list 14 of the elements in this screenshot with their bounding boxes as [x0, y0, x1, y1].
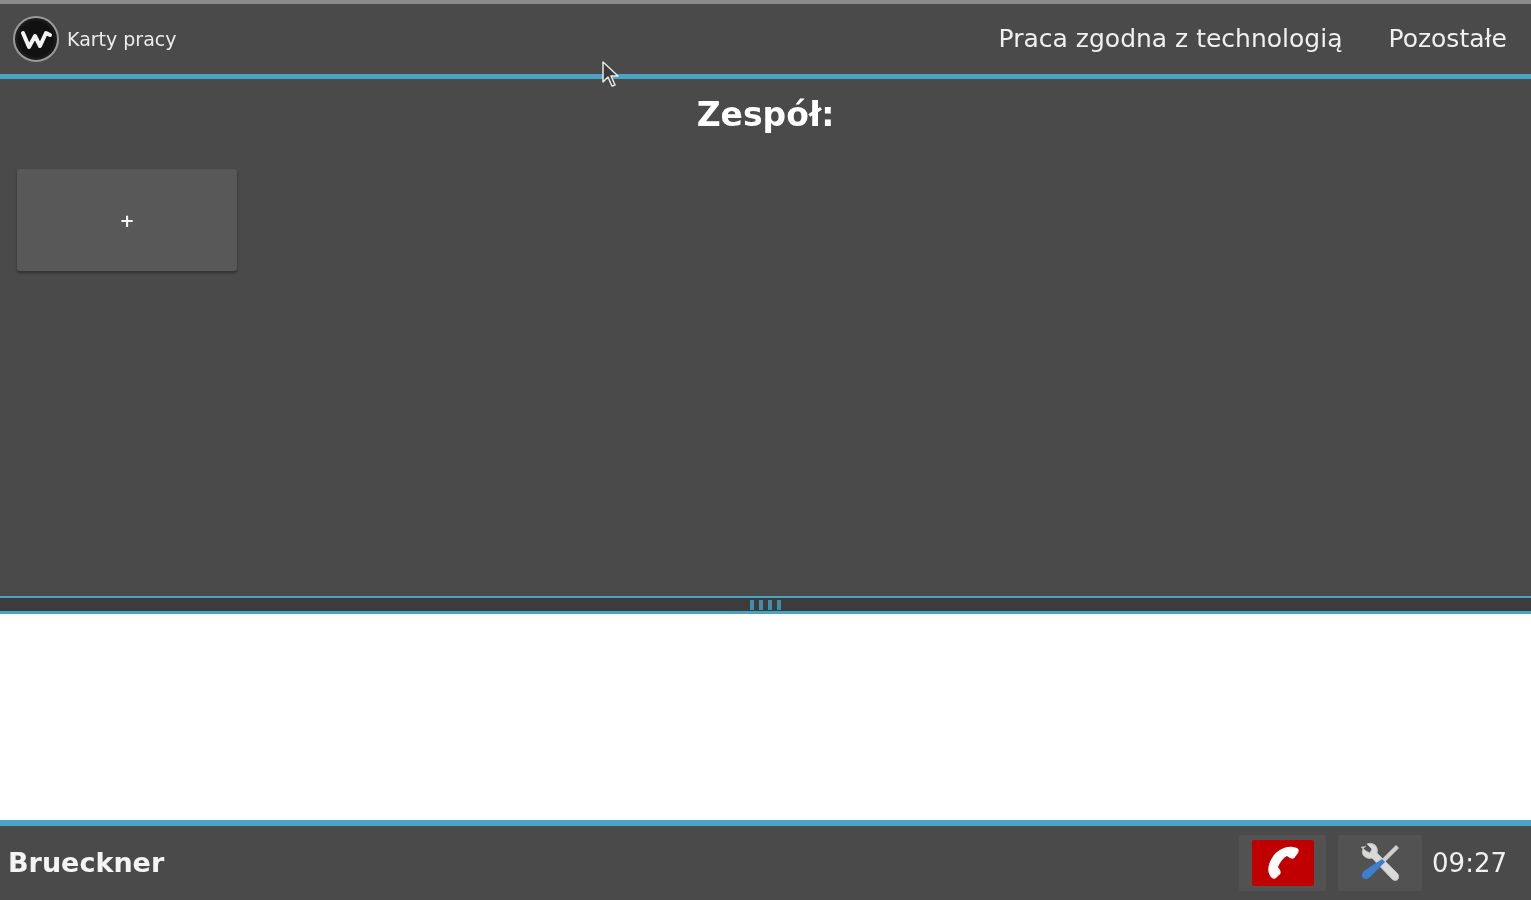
user-name: Brueckner — [8, 845, 165, 880]
nav-link[interactable]: Pozostałe — [1388, 20, 1507, 58]
nav-link[interactable]: Praca zgodna z technologią — [998, 20, 1343, 58]
hang-up-button[interactable] — [1239, 835, 1327, 891]
app-title: Karty pracy — [67, 26, 177, 52]
settings-button[interactable] — [1338, 835, 1423, 891]
logo-icon — [13, 16, 59, 62]
phone-icon — [1251, 840, 1314, 886]
add-team-member-button[interactable]: + — [17, 169, 237, 271]
clock-time: 09:27 — [1432, 846, 1507, 880]
resize-grip-icon[interactable] — [747, 599, 784, 610]
team-heading: Zespół: — [696, 94, 835, 136]
mouse-pointer-icon — [602, 61, 620, 87]
splitter-bar[interactable] — [0, 596, 1531, 614]
